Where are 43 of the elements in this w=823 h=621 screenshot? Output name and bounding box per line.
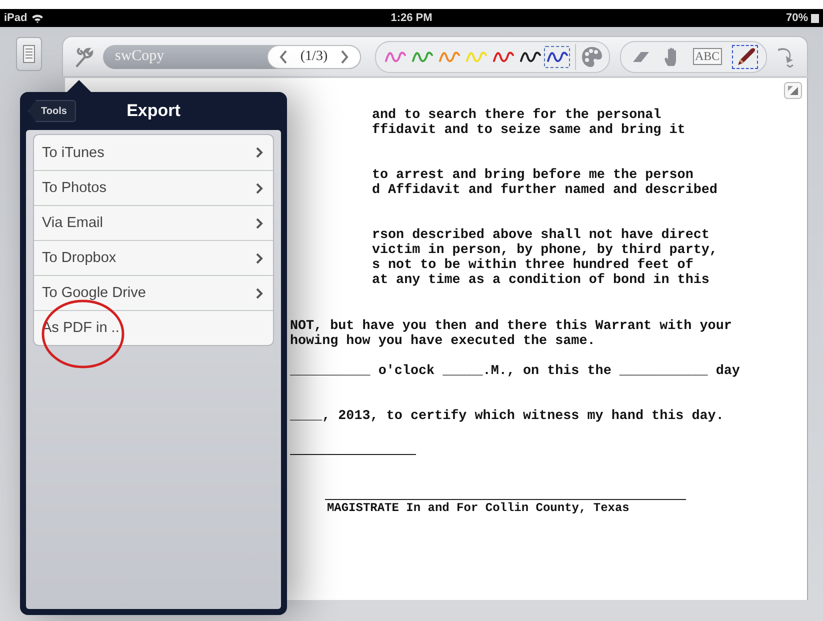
battery-icon xyxy=(811,14,819,22)
signature-caption: MAGISTRATE In and For Collin County, Texas xyxy=(326,501,630,516)
chevron-icon xyxy=(256,288,263,298)
palette-icon[interactable] xyxy=(581,46,603,68)
document-text-line: s not to be within three hundred feet of xyxy=(372,258,694,273)
page-icon xyxy=(23,45,35,63)
document-text-line: ____, 2013, to certify which witness my hand this day. xyxy=(290,409,724,424)
document-text-line: ffidavit and to seize same and bring it xyxy=(372,123,686,138)
chevron-icon xyxy=(256,252,263,264)
chevron-icon xyxy=(256,147,263,158)
battery-percent: 70% xyxy=(786,12,808,24)
document-text-line: __________ o'clock _____.M., on this the ___________ day xyxy=(290,364,740,379)
popover-title: Export xyxy=(126,101,180,120)
export-option[interactable]: To Photos xyxy=(34,170,273,205)
back-button[interactable]: Tools xyxy=(28,100,76,122)
document-text-line: howing how you have executed the same. xyxy=(290,334,596,349)
export-option[interactable]: Via Email xyxy=(34,205,273,240)
sidebar-button[interactable] xyxy=(16,37,42,71)
page-indicator: (1/3) xyxy=(300,48,328,64)
pen-button[interactable] xyxy=(544,46,570,68)
document-text-line: victim in person, by phone, by third party, xyxy=(372,243,718,258)
document-text-line: at any time as a condition of bond in this xyxy=(372,273,710,288)
export-option[interactable]: To Dropbox xyxy=(34,240,273,275)
previous-page-icon[interactable] xyxy=(279,50,288,64)
device-name: iPad xyxy=(4,12,28,24)
document-text-line: d Affidavit and further named and described xyxy=(372,183,718,198)
chevron-icon xyxy=(256,218,263,228)
document-text-line: rson described above shall not have direct xyxy=(372,228,710,243)
expand-icon[interactable] xyxy=(784,82,802,99)
lasso-pen-tool[interactable] xyxy=(732,44,758,68)
document-text-line: NOT, but have you then and there this Warrant with your xyxy=(290,319,732,334)
page-navigator[interactable]: (1/3) xyxy=(267,44,361,68)
chevron-icon xyxy=(256,182,263,194)
wrench-icon[interactable] xyxy=(73,46,95,68)
export-option[interactable]: To iTunes xyxy=(34,135,273,170)
document-text-line: and to search there for the personal xyxy=(372,108,662,123)
status-time: 1:26 PM xyxy=(390,12,432,24)
next-page-icon[interactable] xyxy=(340,50,349,64)
document-text-line: to arrest and bring before me the person xyxy=(372,168,694,183)
document-name-field[interactable]: swCopy (1/3) xyxy=(103,44,361,68)
export-option[interactable]: To Google Drive xyxy=(34,275,273,310)
wifi-icon xyxy=(31,13,44,23)
document-name: swCopy xyxy=(115,48,164,65)
